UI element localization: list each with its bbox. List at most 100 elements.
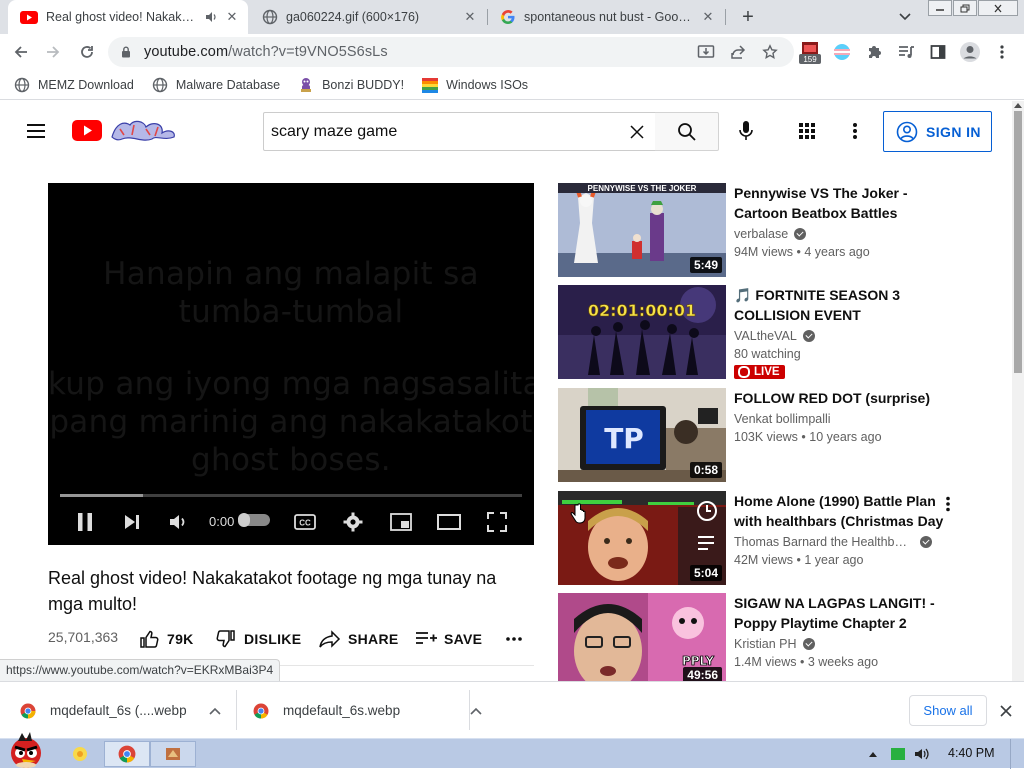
sign-in-button[interactable]: SIGN IN [883,111,992,152]
channel-name[interactable]: Thomas Barnard the Healthbar Guy [734,535,932,549]
related-more-icon[interactable] [938,494,958,514]
next-video-icon[interactable] [119,509,145,535]
back-arrow-icon[interactable] [9,40,33,64]
sign-in-label: SIGN IN [926,123,981,140]
chevron-up-icon[interactable] [207,703,223,719]
profile-avatar-icon[interactable] [958,40,982,64]
download-item[interactable]: mqdefault_6s.webp [253,682,484,739]
related-video[interactable]: TP 0:58 FOLLOW RED DOT (surprise) Venkat… [558,388,998,482]
audio-playing-icon[interactable] [204,10,218,24]
youtube-logo[interactable] [72,115,180,145]
url-domain: youtube.com [144,44,229,60]
bookmark-malware-database[interactable]: Malware Database [152,77,280,93]
start-button-angry-bird-icon[interactable] [0,731,54,769]
tab-search-icon[interactable] [895,8,915,26]
share-button[interactable]: SHARE [318,626,399,652]
tray-expand-icon[interactable] [866,747,880,761]
save-button[interactable]: SAVE [414,626,482,652]
progress-bar[interactable] [60,494,522,497]
close-tab-icon[interactable]: ✕ [462,9,478,25]
related-title[interactable]: Home Alone (1990) Battle Plan with healt… [734,491,958,531]
close-downloads-icon[interactable] [996,701,1016,721]
microphone-icon[interactable] [734,119,758,143]
like-button[interactable]: 79K [137,626,194,652]
related-video[interactable]: 02:01:00:01 🎵 FORTNITE SEASON 3 COLLISIO… [558,285,998,379]
scrollbar-thumb[interactable] [1014,111,1022,373]
share-icon[interactable] [726,40,750,64]
captions-icon[interactable]: CC [292,509,318,535]
speaker-icon[interactable] [914,746,930,762]
extension-flag-icon[interactable] [830,40,854,64]
extension-calendar-icon[interactable]: 159 [798,40,822,64]
channel-name[interactable]: Venkat bollimpalli [734,412,831,426]
dislike-button[interactable]: DISLIKE [214,626,301,652]
video-player[interactable]: Hanapin ang malapit sa tumba-tumbal kup … [48,183,534,545]
scroll-up-arrow-icon[interactable] [1014,103,1022,108]
show-desktop-button[interactable] [1010,739,1024,769]
tab-youtube[interactable]: Real ghost video! Nakakatakot footage ng… [8,0,248,34]
close-tab-icon[interactable]: ✕ [700,9,716,25]
theater-mode-icon[interactable] [436,509,462,535]
bookmark-memz[interactable]: MEMZ Download [14,77,134,93]
related-title[interactable]: FOLLOW RED DOT (surprise) [734,388,958,408]
miniplayer-icon[interactable] [388,509,414,535]
chrome-icon [253,703,269,719]
volume-icon[interactable] [166,509,192,535]
show-all-downloads-button[interactable]: Show all [909,695,987,726]
tab-title: Real ghost video! Nakakatakot footage ng… [46,10,200,24]
video-thumbnail[interactable]: PENNYWISE VS THE JOKER 5:49 [558,183,726,277]
forward-arrow-icon[interactable] [41,40,65,64]
bookmark-bonzi-buddy[interactable]: Bonzi BUDDY! [298,77,404,93]
clear-search-icon[interactable] [619,114,655,150]
settings-more-icon[interactable] [843,119,867,143]
network-icon[interactable] [890,746,906,762]
side-panel-icon[interactable] [926,40,950,64]
url-path: /watch?v=t9VNO5S6sLs [228,44,388,60]
minimize-button[interactable] [928,0,952,16]
taskbar-chrome-button[interactable] [104,741,150,767]
more-actions-icon[interactable] [504,629,524,649]
related-video[interactable]: PPLY 49:56 SIGAW NA LAGPAS LANGIT! - Pop… [558,593,998,681]
video-thumbnail[interactable]: PPLY 49:56 [558,593,726,681]
tab-google-search[interactable]: spontaneous nut bust - Google Search ✕ [488,0,724,34]
tab-gif[interactable]: ga060224.gif (600×176) ✕ [250,0,486,34]
taskbar-app-icon[interactable] [150,741,196,767]
close-tab-icon[interactable]: ✕ [224,9,240,25]
reload-icon[interactable] [75,40,99,64]
search-input[interactable]: scary maze game [271,123,619,141]
related-video[interactable]: 5:04 Home Alone (1990) Battle Plan with … [558,491,998,585]
lock-icon[interactable] [118,44,134,60]
channel-name[interactable]: Kristian PH [734,637,815,651]
apps-grid-icon[interactable] [795,119,819,143]
channel-name[interactable]: VALtheVAL [734,329,815,343]
new-tab-button[interactable]: + [737,6,759,28]
save-label: SAVE [444,631,483,647]
taskbar-clock[interactable]: 4:40 PM [948,746,995,760]
address-bar[interactable]: youtube.com/watch?v=t9VNO5S6sLs [108,37,794,67]
autoplay-toggle[interactable] [238,513,270,527]
fullscreen-icon[interactable] [484,509,510,535]
video-thumbnail[interactable]: 02:01:00:01 [558,285,726,379]
page-scrollbar[interactable] [1012,101,1024,681]
bookmark-star-icon[interactable] [758,40,782,64]
video-thumbnail[interactable]: TP 0:58 [558,388,726,482]
close-window-button[interactable] [978,0,1018,16]
browser-menu-icon[interactable] [990,40,1014,64]
media-queue-icon[interactable] [894,40,918,64]
taskbar-explorer-icon[interactable] [58,741,102,767]
related-title[interactable]: 🎵 FORTNITE SEASON 3 COLLISION EVENT COUN… [734,285,958,325]
search-button[interactable] [655,112,719,151]
chevron-up-icon[interactable] [468,703,484,719]
install-app-icon[interactable] [694,40,718,64]
related-title[interactable]: SIGAW NA LAGPAS LANGIT! - Poppy Playtime… [734,593,958,633]
restore-button[interactable] [953,0,977,16]
hamburger-menu-icon[interactable] [24,119,48,143]
pause-icon[interactable] [72,509,98,535]
related-title[interactable]: Pennywise VS The Joker - Cartoon Beatbox… [734,183,958,223]
settings-gear-icon[interactable] [340,509,366,535]
channel-name[interactable]: verbalase [734,227,807,241]
search-box[interactable]: scary maze game [263,112,656,151]
extensions-puzzle-icon[interactable] [862,40,886,64]
bookmark-windows-isos[interactable]: Windows ISOs [422,77,528,93]
related-video[interactable]: PENNYWISE VS THE JOKER 5:49 Pennywise VS… [558,183,998,277]
